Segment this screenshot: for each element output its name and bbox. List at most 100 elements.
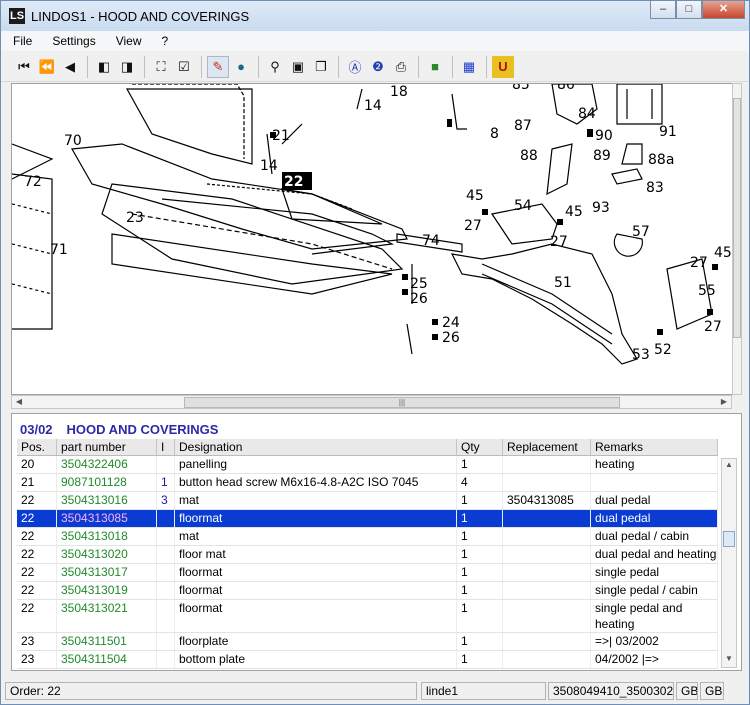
callout-85[interactable]: 85 (512, 84, 530, 93)
callout-93[interactable]: 93 (592, 200, 610, 216)
table-row[interactable]: 23 3504311501 floorplate 1 =>| 03/2002 (17, 633, 718, 651)
callout-53[interactable]: 53 (632, 347, 650, 363)
callout-91[interactable]: 91 (659, 124, 677, 140)
cell-replacement (503, 564, 591, 581)
callout-87[interactable]: 87 (514, 118, 532, 134)
scroll-thumb[interactable] (723, 531, 735, 547)
callout-51[interactable]: 51 (554, 275, 572, 291)
callout-88a[interactable]: 88a (648, 152, 674, 168)
scroll-left-arrow[interactable]: ◀ (12, 396, 26, 408)
callout-89[interactable]: 89 (593, 148, 611, 164)
copy-page-icon[interactable]: ❐ (310, 56, 332, 78)
callout-57[interactable]: 57 (632, 224, 650, 240)
menu-help[interactable]: ? (150, 34, 177, 48)
col-designation[interactable]: Designation (175, 439, 457, 455)
help-icon[interactable]: ❷ (367, 56, 389, 78)
prev-icon[interactable]: ◀ (59, 56, 81, 78)
table-row[interactable]: 22 3504313020 floor mat 1 dual pedal and hea… (17, 546, 718, 564)
scroll-right-arrow[interactable]: ▶ (717, 396, 731, 408)
col-i[interactable]: I (157, 439, 175, 455)
col-pos[interactable]: Pos. (17, 439, 57, 455)
callout-55[interactable]: 55 (698, 283, 716, 299)
callout-84[interactable]: 84 (578, 106, 596, 122)
callout-26b[interactable]: 26 (442, 330, 460, 346)
close-button[interactable]: ✕ (702, 1, 745, 19)
callout-14[interactable]: 14 (364, 98, 382, 114)
page-icon[interactable]: ▣ (287, 56, 309, 78)
table-row[interactable]: 22 3504313017 floormat 1 single pedal (17, 564, 718, 582)
scroll-up-arrow[interactable]: ▲ (722, 459, 736, 471)
maximize-button[interactable]: □ (676, 1, 702, 19)
callout-45[interactable]: 45 (466, 188, 484, 204)
first-icon[interactable]: ⏮ (13, 56, 35, 78)
cell-replacement (503, 633, 591, 650)
callout-88[interactable]: 88 (520, 148, 538, 164)
callout-70[interactable]: 70 (64, 133, 82, 149)
callout-52[interactable]: 52 (654, 342, 672, 358)
col-remarks[interactable]: Remarks (591, 439, 718, 455)
book-icon[interactable]: ■ (424, 56, 446, 78)
callout-45b[interactable]: 45 (565, 204, 583, 220)
callout-27b[interactable]: 27 (550, 234, 568, 250)
exploded-drawing[interactable]: 18 14 85 84 86 87 8 90 91 21 14 88 89 88… (11, 83, 742, 395)
table-row[interactable]: 22 3504313018 mat 1 dual pedal / cabin (17, 528, 718, 546)
grid-icon[interactable]: ▦ (458, 56, 480, 78)
table-row[interactable]: 22 3504313016 3 mat 1 3504313085 dual pedal (17, 492, 718, 510)
col-part-number[interactable]: part number (57, 439, 157, 455)
u-icon[interactable]: U (492, 55, 514, 78)
table-row[interactable]: 22 3504313021 floormat 1 single pedal and he… (17, 600, 718, 633)
callout-86[interactable]: 86 (557, 84, 575, 93)
callout-45c[interactable]: 45 (714, 245, 732, 261)
callout-23[interactable]: 23 (126, 210, 144, 226)
marker-icon[interactable]: ✎ (207, 55, 229, 78)
menu-view[interactable]: View (104, 34, 150, 48)
table-row[interactable]: 23 3504311504 bottom plate 1 04/2002 |=> (17, 651, 718, 669)
prev-page-icon[interactable]: ⏪ (36, 56, 58, 78)
print-icon[interactable]: ⎙ (390, 56, 412, 78)
callout-71[interactable]: 71 (50, 242, 68, 258)
callout-25[interactable]: 25 (410, 276, 428, 292)
split-left-icon[interactable]: ◧ (93, 56, 115, 78)
split-right-icon[interactable]: ◨ (116, 56, 138, 78)
letter-a-icon[interactable]: Ⓐ (344, 56, 366, 78)
drawing-vertical-scrollbar[interactable] (732, 83, 742, 395)
menu-file[interactable]: File (1, 34, 40, 48)
callout-54[interactable]: 54 (514, 198, 532, 214)
zoom-icon[interactable]: ⚲ (264, 56, 286, 78)
callout-24[interactable]: 24 (442, 315, 460, 331)
callout-27[interactable]: 27 (464, 218, 482, 234)
cell-qty: 1 (457, 582, 503, 599)
callout-90[interactable]: 90 (595, 128, 613, 144)
table-vertical-scrollbar[interactable]: ▲ ▼ (721, 458, 737, 668)
callout-27d[interactable]: 27 (704, 319, 722, 335)
callout-18[interactable]: 18 (390, 84, 408, 100)
table-row[interactable]: 22 3504313019 floormat 1 single pedal / cabi… (17, 582, 718, 600)
callout-26[interactable]: 26 (410, 291, 428, 307)
globe-icon[interactable]: ● (230, 56, 252, 78)
callout-72[interactable]: 72 (24, 174, 42, 190)
status-lang-1: GB (676, 682, 698, 700)
minimize-button[interactable]: – (650, 1, 676, 19)
callout-83[interactable]: 83 (646, 180, 664, 196)
callout-8[interactable]: 8 (490, 126, 499, 142)
callout-22[interactable]: 22 (284, 174, 303, 190)
scroll-thumb[interactable]: ||| (184, 397, 620, 408)
col-qty[interactable]: Qty (457, 439, 503, 455)
cart-icon[interactable]: ⛶ (150, 56, 172, 78)
cell-qty: 1 (457, 600, 503, 632)
checklist-icon[interactable]: ☑ (173, 56, 195, 78)
callout-21[interactable]: 21 (272, 128, 290, 144)
callout-27c[interactable]: 27 (690, 255, 708, 271)
cell-replacement (503, 651, 591, 668)
table-row[interactable]: 21 9087101128 1 button head screw M6x16-4.8… (17, 474, 718, 492)
cell-replacement (503, 582, 591, 599)
drawing-horizontal-scrollbar[interactable]: ◀ ||| ▶ (11, 395, 732, 409)
callout-74[interactable]: 74 (422, 233, 440, 249)
callout-14b[interactable]: 14 (260, 158, 278, 174)
menu-settings[interactable]: Settings (40, 34, 103, 48)
scroll-down-arrow[interactable]: ▼ (722, 653, 736, 665)
table-row[interactable]: 22 3504313085 floormat 1 dual pedal (17, 510, 718, 528)
scroll-thumb[interactable] (733, 98, 741, 338)
table-row[interactable]: 20 3504322406 panelling 1 heating (17, 456, 718, 474)
col-replacement[interactable]: Replacement (503, 439, 591, 455)
